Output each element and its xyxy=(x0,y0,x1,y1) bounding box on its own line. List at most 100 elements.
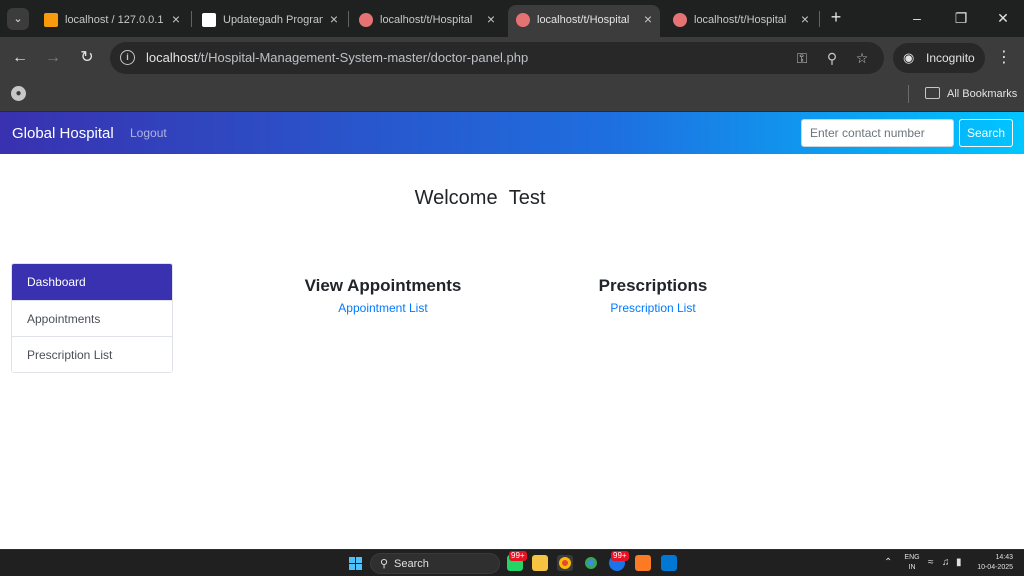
welcome-label: Welcome xyxy=(414,187,498,209)
vscode-icon[interactable] xyxy=(661,555,677,571)
forward-button[interactable]: → xyxy=(43,48,63,68)
globe-icon[interactable]: ● xyxy=(11,86,26,101)
close-window-button[interactable]: ✕ xyxy=(993,8,1013,28)
appointments-card: View Appointments Appointment List xyxy=(263,275,503,317)
battery-icon[interactable]: ▮ xyxy=(956,556,962,570)
folder-icon[interactable] xyxy=(925,87,940,99)
file-explorer-icon[interactable] xyxy=(532,555,548,571)
zoom-icon[interactable]: ⚲ xyxy=(823,50,841,66)
url-text[interactable]: localhost/t/Hospital-Management-System-m… xyxy=(146,50,528,66)
incognito-icon: ◉ xyxy=(903,50,915,65)
notification-badge: 99+ xyxy=(611,551,629,561)
sidebar-item-prescription-list[interactable]: Prescription List xyxy=(12,336,172,372)
tab-hospital-3[interactable]: localhost/t/Hospital × xyxy=(665,5,817,37)
close-icon[interactable]: × xyxy=(801,11,809,27)
reload-button[interactable]: ↻ xyxy=(77,48,97,68)
url-host: localhost xyxy=(146,50,198,65)
windows-taskbar: ⚲ Search 99+ 99+ ⌃ ENG IN ≈ ♫ ▮ 14:43 10… xyxy=(0,549,1024,576)
minimize-button[interactable]: – xyxy=(907,8,927,28)
region-code: IN xyxy=(908,564,916,571)
welcome-heading: Welcome Test xyxy=(0,186,960,210)
tab-separator xyxy=(348,11,349,27)
chevron-down-icon: ⌄ xyxy=(13,13,23,25)
prescription-list-link[interactable]: Prescription List xyxy=(610,301,695,316)
close-icon: ✕ xyxy=(997,10,1009,26)
hospital-icon xyxy=(359,13,373,27)
close-icon[interactable]: × xyxy=(487,11,495,27)
system-clock[interactable]: 14:43 10-04-2025 xyxy=(975,553,1013,573)
notification-badge: 99+ xyxy=(509,551,527,561)
tab-hospital-active[interactable]: localhost/t/Hospital × xyxy=(508,5,660,37)
web-page: Global Hospital Logout Search Welcome Te… xyxy=(0,112,1024,549)
taskbar-search-label: Search xyxy=(394,558,429,570)
bookmarks-bar: ● All Bookmarks xyxy=(0,79,1024,112)
close-icon[interactable]: × xyxy=(330,11,338,27)
back-button[interactable]: ← xyxy=(10,48,30,68)
wifi-icon[interactable]: ≈ xyxy=(928,556,934,570)
sidebar-item-dashboard[interactable]: Dashboard xyxy=(12,264,172,300)
card-heading: View Appointments xyxy=(304,276,462,295)
tab-hospital-1[interactable]: localhost/t/Hospital × xyxy=(351,5,503,37)
new-tab-button[interactable]: + xyxy=(826,8,846,28)
key-icon[interactable]: ⚿ xyxy=(793,50,811,66)
incognito-label: Incognito xyxy=(926,51,975,65)
url-path: /t/Hospital-Management-System-master/doc… xyxy=(197,50,529,65)
search-icon: ⚲ xyxy=(380,558,389,570)
restore-icon: ❐ xyxy=(954,10,968,26)
card-heading: Prescriptions xyxy=(598,276,708,295)
appointment-list-link[interactable]: Appointment List xyxy=(338,301,427,316)
arrow-right-icon: → xyxy=(45,49,61,66)
minimize-icon: – xyxy=(913,10,921,26)
tab-title: localhost/t/Hospital xyxy=(380,14,473,26)
language-code: ENG xyxy=(904,554,920,561)
clock-date: 10-04-2025 xyxy=(977,564,1013,571)
contact-search-input[interactable] xyxy=(801,119,954,147)
hospital-icon xyxy=(673,13,687,27)
logout-link[interactable]: Logout xyxy=(130,126,167,141)
kebab-icon: ⋮ xyxy=(996,49,1012,66)
tab-title: localhost/t/Hospital xyxy=(537,14,630,26)
plus-icon: + xyxy=(830,7,842,27)
menu-button[interactable]: ⋮ xyxy=(996,48,1012,68)
windows-start-icon[interactable] xyxy=(349,557,362,570)
browser-toolbar: ← → ↻ i localhost/t/Hospital-Management-… xyxy=(0,37,1024,79)
volume-icon[interactable]: ♫ xyxy=(942,556,950,570)
tab-title: localhost / 127.0.0.1 xyxy=(65,14,164,26)
language-indicator[interactable]: ENG IN xyxy=(903,553,921,573)
tab-strip: ⌄ localhost / 127.0.0.1 × Updategadh Pro… xyxy=(0,0,1024,37)
sidebar-menu: Dashboard Appointments Prescription List xyxy=(11,263,173,373)
brand-link[interactable]: Global Hospital xyxy=(12,124,114,143)
tab-title: Updategadh Programming xyxy=(223,14,323,26)
restore-button[interactable]: ❐ xyxy=(951,8,971,28)
xampp-icon[interactable] xyxy=(635,555,651,571)
clock-time: 14:43 xyxy=(995,554,1013,561)
chrome-dev-icon[interactable] xyxy=(583,555,599,571)
taskbar-search[interactable]: ⚲ Search xyxy=(370,553,500,574)
bookmarks-separator xyxy=(908,85,909,103)
chrome-icon[interactable] xyxy=(557,555,573,571)
address-bar[interactable]: i localhost/t/Hospital-Management-System… xyxy=(110,42,884,74)
close-icon[interactable]: × xyxy=(644,11,652,27)
updategadh-icon xyxy=(202,13,216,27)
incognito-button[interactable]: ◉ Incognito xyxy=(893,43,985,73)
tab-phpmyadmin[interactable]: localhost / 127.0.0.1 × xyxy=(36,5,188,37)
all-bookmarks-link[interactable]: All Bookmarks xyxy=(947,87,1017,101)
reload-icon: ↻ xyxy=(80,49,94,66)
tab-title: localhost/t/Hospital xyxy=(694,14,787,26)
tab-separator xyxy=(819,11,820,27)
star-icon[interactable]: ☆ xyxy=(853,50,871,66)
hospital-icon xyxy=(516,13,530,27)
tab-search-button[interactable]: ⌄ xyxy=(7,8,29,30)
navbar: Global Hospital Logout Search xyxy=(0,112,1024,154)
user-name: Test xyxy=(508,187,546,209)
tab-separator xyxy=(191,11,192,27)
tab-updategadh[interactable]: Updategadh Programming × xyxy=(194,5,346,37)
phpmyadmin-icon xyxy=(44,13,58,27)
info-icon[interactable]: i xyxy=(120,50,135,65)
search-button[interactable]: Search xyxy=(959,119,1013,147)
arrow-left-icon: ← xyxy=(12,49,28,66)
prescriptions-card: Prescriptions Prescription List xyxy=(533,275,773,317)
sidebar-item-appointments[interactable]: Appointments xyxy=(12,300,172,336)
close-icon[interactable]: × xyxy=(172,11,180,27)
chevron-up-icon[interactable]: ⌃ xyxy=(884,556,892,570)
